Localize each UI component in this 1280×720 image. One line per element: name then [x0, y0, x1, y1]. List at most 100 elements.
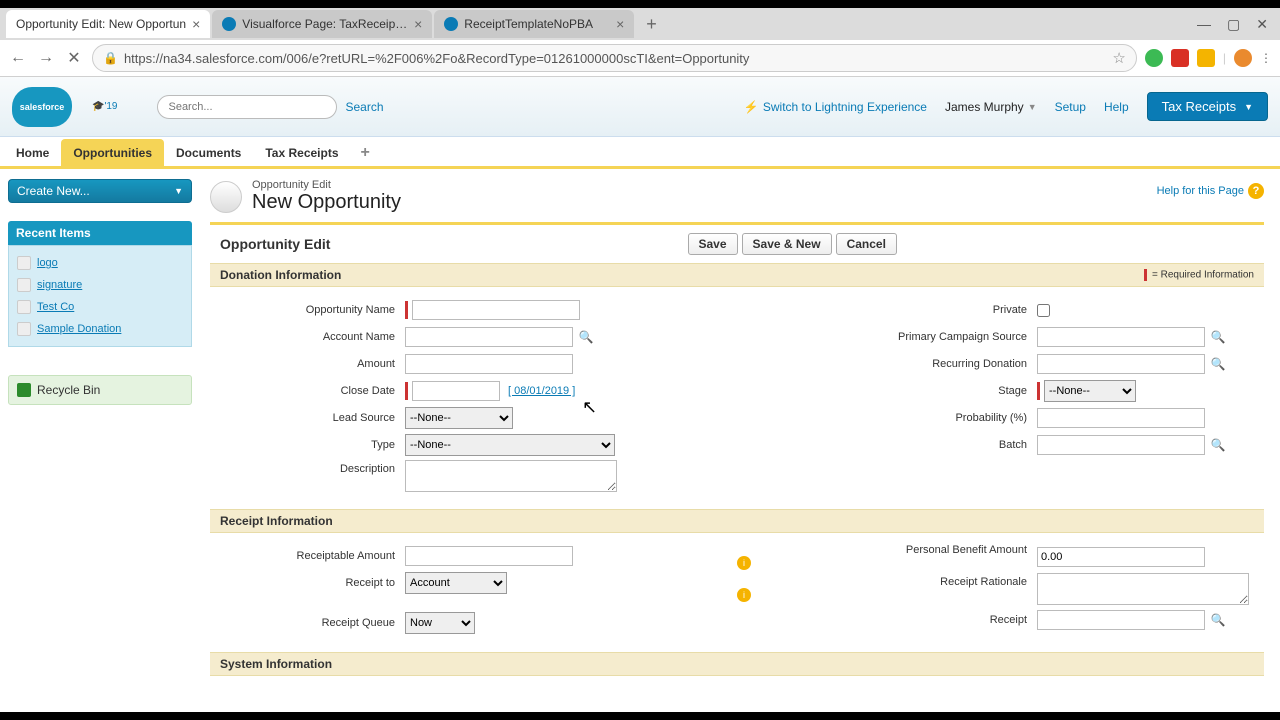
type-select[interactable]: --None--	[405, 434, 615, 456]
browser-tab[interactable]: Opportunity Edit: New Opportun ×	[6, 10, 210, 38]
tab-opportunities[interactable]: Opportunities	[61, 139, 164, 166]
save-button[interactable]: Save	[688, 233, 738, 255]
url-text: https://na34.salesforce.com/006/e?retURL…	[124, 51, 1106, 66]
personal-benefit-input[interactable]	[1037, 547, 1205, 567]
close-icon[interactable]: ×	[192, 16, 200, 32]
cancel-button[interactable]: Cancel	[836, 233, 897, 255]
user-menu[interactable]: James Murphy ▼	[945, 100, 1037, 114]
description-textarea[interactable]	[405, 460, 617, 492]
help-link[interactable]: Help	[1104, 100, 1129, 114]
maximize-icon[interactable]: ▢	[1227, 16, 1240, 33]
tab-tax-receipts[interactable]: Tax Receipts	[253, 139, 350, 166]
list-item[interactable]: Sample Donation	[13, 318, 187, 340]
probability-input[interactable]	[1037, 408, 1205, 428]
new-tab-button[interactable]: +	[636, 14, 667, 35]
browser-tab[interactable]: ReceiptTemplateNoPBA ×	[434, 10, 634, 38]
close-icon[interactable]: ×	[616, 16, 624, 32]
lookup-icon[interactable]: 🔍	[1209, 611, 1227, 629]
minimize-icon[interactable]: —	[1197, 16, 1211, 33]
private-checkbox[interactable]	[1037, 304, 1050, 317]
page-subtitle: Opportunity Edit	[252, 179, 401, 191]
switch-lightning-link[interactable]: ⚡ Switch to Lightning Experience	[744, 100, 927, 114]
sidebar: Create New... ▼ Recent Items logo signat…	[0, 169, 200, 676]
primary-campaign-input[interactable]	[1037, 327, 1205, 347]
stage-select[interactable]: --None--	[1044, 380, 1136, 402]
create-new-button[interactable]: Create New... ▼	[8, 179, 192, 203]
profile-icon[interactable]	[1234, 49, 1252, 67]
setup-link[interactable]: Setup	[1055, 100, 1086, 114]
chevron-down-icon: ▼	[174, 186, 183, 196]
search-input[interactable]	[157, 95, 337, 119]
close-window-icon[interactable]: ✕	[1256, 16, 1268, 33]
receiptable-amount-input[interactable]	[405, 546, 573, 566]
app-menu-button[interactable]: Tax Receipts ▼	[1147, 92, 1268, 121]
lookup-icon[interactable]: 🔍	[1209, 328, 1227, 346]
receipt-input[interactable]	[1037, 610, 1205, 630]
label-batch: Batch	[737, 439, 1037, 451]
cloud-icon	[222, 17, 236, 31]
label-personal-benefit: Personal Benefit Amount i	[737, 544, 1037, 570]
account-name-input[interactable]	[405, 327, 573, 347]
section-header-receipt: Receipt Information	[210, 509, 1264, 533]
reload-icon[interactable]: ✕	[64, 48, 84, 68]
info-icon[interactable]: i	[737, 588, 751, 602]
back-icon[interactable]: ←	[8, 48, 28, 68]
extension-icon[interactable]	[1171, 49, 1189, 67]
tab-documents[interactable]: Documents	[164, 139, 253, 166]
list-item[interactable]: signature	[13, 274, 187, 296]
opportunity-icon	[210, 181, 242, 213]
lookup-icon[interactable]: 🔍	[577, 328, 595, 346]
label-lead-source: Lead Source	[210, 412, 405, 424]
close-icon[interactable]: ×	[414, 16, 422, 32]
list-item[interactable]: Test Co	[13, 296, 187, 318]
menu-icon[interactable]: ⋮	[1260, 51, 1272, 65]
tab-add[interactable]: +	[351, 140, 380, 166]
help-for-page-link[interactable]: Help for this Page ?	[1157, 183, 1264, 199]
lookup-icon[interactable]: 🔍	[1209, 355, 1227, 373]
browser-chrome: Opportunity Edit: New Opportun × Visualf…	[0, 8, 1280, 77]
label-close-date: Close Date	[210, 385, 405, 397]
tab-home[interactable]: Home	[4, 139, 61, 166]
label-account-name: Account Name	[210, 331, 405, 343]
url-input[interactable]: 🔒 https://na34.salesforce.com/006/e?retU…	[92, 44, 1137, 72]
extension-icon[interactable]	[1145, 49, 1163, 67]
help-icon: ?	[1248, 183, 1264, 199]
doc-icon	[17, 256, 31, 270]
section-header-donation: Donation Information = Required Informat…	[210, 263, 1264, 287]
info-icon[interactable]: i	[737, 556, 751, 570]
close-date-input[interactable]	[412, 381, 500, 401]
label-private: Private	[737, 304, 1037, 316]
tab-title: Opportunity Edit: New Opportun	[16, 17, 186, 31]
cloud-icon	[444, 17, 458, 31]
salesforce-logo[interactable]: salesforce	[12, 87, 72, 127]
page-title: New Opportunity	[252, 191, 401, 214]
forward-icon[interactable]: →	[36, 48, 56, 68]
opportunity-name-input[interactable]	[412, 300, 580, 320]
section-header-system: System Information	[210, 652, 1264, 676]
amount-input[interactable]	[405, 354, 573, 374]
lead-source-select[interactable]: --None--	[405, 407, 513, 429]
receipt-to-select[interactable]: Account	[405, 572, 507, 594]
browser-tab[interactable]: Visualforce Page: TaxReceiptsNP ×	[212, 10, 432, 38]
label-receipt: Receipt	[737, 614, 1037, 626]
extension-icon[interactable]	[1197, 49, 1215, 67]
batch-input[interactable]	[1037, 435, 1205, 455]
recurring-donation-input[interactable]	[1037, 354, 1205, 374]
label-type: Type	[210, 439, 405, 451]
save-and-new-button[interactable]: Save & New	[742, 233, 832, 255]
block-title: Opportunity Edit	[220, 236, 330, 252]
address-bar: ← → ✕ 🔒 https://na34.salesforce.com/006/…	[0, 40, 1280, 76]
receipt-rationale-textarea[interactable]	[1037, 573, 1249, 605]
star-icon[interactable]: ☆	[1112, 49, 1125, 67]
label-receipt-queue: Receipt Queue	[210, 617, 405, 629]
search-button[interactable]: Search	[345, 100, 383, 114]
lookup-icon[interactable]: 🔍	[1209, 436, 1227, 454]
page-header: Opportunity Edit New Opportunity Help fo…	[210, 179, 1264, 214]
recycle-bin[interactable]: Recycle Bin	[8, 375, 192, 405]
list-item[interactable]: logo	[13, 252, 187, 274]
label-recurring-donation: Recurring Donation	[737, 358, 1037, 370]
opportunity-icon	[17, 322, 31, 336]
label-stage: Stage	[737, 385, 1037, 397]
receipt-queue-select[interactable]: Now	[405, 612, 475, 634]
close-date-link[interactable]: [ 08/01/2019 ]	[508, 385, 575, 397]
